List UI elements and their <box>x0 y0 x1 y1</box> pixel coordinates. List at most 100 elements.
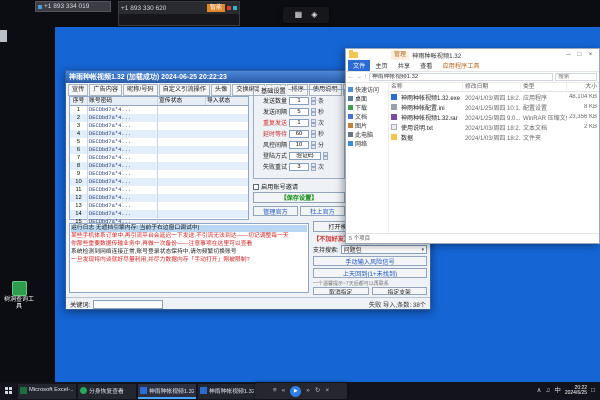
nav-item[interactable]: 桌面 <box>346 94 388 103</box>
explorer-close-button[interactable]: × <box>585 52 596 58</box>
table-row[interactable]: 8 DECDbd7a*4... <box>70 162 248 170</box>
table-row[interactable]: 14 DECDbd7a*4... <box>70 210 248 218</box>
settings-field-input[interactable]: 3 <box>289 163 309 171</box>
dialog-tab[interactable]: 宣传 <box>68 84 88 96</box>
media-close-icon[interactable]: × <box>325 387 329 395</box>
action-center-icon[interactable]: □ <box>591 387 595 395</box>
smart-mode-button[interactable]: 智能 <box>207 4 225 12</box>
explorer-minimize-button[interactable]: ─ <box>563 52 574 58</box>
desktop-icon-treehole[interactable]: 树洞查询工具 <box>2 281 36 311</box>
file-row[interactable]: 神雨种帐配置.ini 2024/1/25/周四 10:1... 配置设置 8 K… <box>389 102 599 112</box>
table-row[interactable]: 10 DECDbd7a*4... <box>70 178 248 186</box>
settings-field-input[interactable]: 验证码 <box>289 152 321 160</box>
table-row[interactable]: 4 DECDbd7a*4... <box>70 130 248 138</box>
repeat-icon[interactable]: ↻ <box>315 387 320 395</box>
settings-field-input[interactable]: 10 <box>289 141 309 149</box>
explorer-context-tab[interactable]: 管理 <box>391 51 409 60</box>
next-icon[interactable]: » <box>306 387 310 395</box>
dialog-tab[interactable]: 昵称/号码 <box>123 84 157 96</box>
table-row[interactable]: 5 DECDbd7a*4... <box>70 138 248 146</box>
ime-chinese-icon[interactable]: 中 <box>554 387 561 395</box>
send-icon[interactable]: ◈ <box>311 11 317 19</box>
ribbon-tab[interactable]: 共享 <box>393 60 415 71</box>
taskbar-item[interactable]: 神雨种帐视频1.32 <box>198 384 256 399</box>
column-header[interactable]: 修改日期 <box>463 83 521 91</box>
settings-field-input[interactable]: 5 <box>289 108 309 116</box>
manage-official-button[interactable]: 管理官方 <box>253 206 298 216</box>
spinner-icon[interactable] <box>311 97 316 105</box>
spinner-icon[interactable] <box>311 119 316 127</box>
file-row[interactable]: 使用说明.txt 2024/1/03/周四 18:2... 文本文档 2 KB <box>389 122 599 132</box>
taskbar-clock[interactable]: 20:22 2024/6/25 <box>565 386 587 397</box>
hidden-icons-icon[interactable]: ∧ <box>537 387 542 395</box>
table-row[interactable]: 2 DECDbd7a*4... <box>70 114 248 122</box>
nav-item[interactable]: 网络 <box>346 139 388 148</box>
nav-item[interactable]: 快速访问 <box>346 85 388 94</box>
table-row[interactable]: 11 DECDbd7a*4... <box>70 186 248 194</box>
table-row[interactable]: 12 DECDbd7a*4... <box>70 194 248 202</box>
address-path[interactable]: 神雨种帐视频1.32 <box>369 73 553 81</box>
spinner-icon[interactable] <box>311 108 316 116</box>
table-row[interactable]: 13 DECDbd7a*4... <box>70 202 248 210</box>
grid-icon[interactable]: ▦ <box>295 11 303 19</box>
queue-icon[interactable]: ≡ <box>273 387 277 395</box>
mini-window-2[interactable]: +1 893 330 620 智能 <box>118 1 240 26</box>
nav-item[interactable]: 此电脑 <box>346 130 388 139</box>
dialog-tab[interactable]: 广告内容 <box>89 84 122 96</box>
previous-icon[interactable]: « <box>282 387 286 395</box>
settings-field-input[interactable]: 60 <box>289 130 309 138</box>
settings-field-input[interactable]: 1 <box>289 119 309 127</box>
table-row[interactable]: 7 DECDbd7a*4... <box>70 154 248 162</box>
table-row[interactable]: 9 DECDbd7a*4... <box>70 170 248 178</box>
ribbon-tab[interactable]: 应用程序工具 <box>438 60 485 71</box>
risk-signal-button[interactable]: 手动输入风险信号 <box>313 256 427 266</box>
table-row[interactable]: 6 DECDbd7a*4... <box>70 146 248 154</box>
column-header[interactable]: 名称 <box>389 83 463 91</box>
explorer-maximize-button[interactable]: □ <box>574 52 585 58</box>
nav-item[interactable]: 图片 <box>346 121 388 130</box>
up-icon[interactable]: ↑ <box>364 74 367 80</box>
spinner-icon[interactable] <box>311 163 316 171</box>
file-row[interactable]: 神雨种帐视频1.32.exe 2024/1/03/周四 18:2... 应用程序… <box>389 92 599 102</box>
ribbon-tab[interactable]: 文件 <box>348 60 370 71</box>
check-official-button[interactable]: 杜上官方 <box>300 206 345 216</box>
settings-field-input[interactable]: 1 <box>289 97 309 105</box>
cancel-assign-button[interactable]: 取消指定 <box>313 287 369 295</box>
file-row[interactable]: 神雨种帐视频1.32.rar 2024/1/25/周四 9:0... WinRA… <box>389 112 599 122</box>
dialog-tab[interactable]: 自定义引流操作 <box>159 84 210 96</box>
mini-window-2-titlebar[interactable]: +1 893 330 620 智能 <box>119 2 239 14</box>
volume-icon[interactable]: ♫ <box>545 387 550 395</box>
play-icon[interactable]: ▶ <box>290 386 301 397</box>
ribbon-tab[interactable]: 主页 <box>370 60 392 71</box>
taskbar-item[interactable]: 分身恢复查看 <box>78 384 136 399</box>
run-log-area[interactable]: 运行日志 无遮挡引擎内存: 当前于右边窗口调试中|某些手机体系订单中,再引流平台… <box>69 223 309 293</box>
invite-checkbox[interactable] <box>253 184 259 190</box>
forward-icon[interactable]: → <box>356 74 362 80</box>
column-header[interactable]: 类型 <box>521 83 567 91</box>
log-line: 一旦发现将内谈就好尽量利用,并尽力数据内存「手动打开」刚被限制? <box>71 257 307 264</box>
table-row[interactable]: 1 DECDbd7a*4... <box>70 106 248 114</box>
spinner-icon[interactable] <box>311 130 316 138</box>
save-settings-button[interactable]: 【保存设置】 <box>253 192 345 203</box>
column-header[interactable]: 大小 <box>567 83 599 91</box>
explorer-search-input[interactable] <box>555 73 597 81</box>
dialog-tab[interactable]: 头像 <box>211 84 231 96</box>
file-row[interactable]: 数据 2024/1/03/周四 18:2... 文件夹 <box>389 132 599 142</box>
start-button[interactable] <box>2 384 16 398</box>
assign-button[interactable]: 指定支架 <box>372 287 428 295</box>
desktop-icon-partial[interactable] <box>0 30 7 42</box>
file-name-cell: 神雨种帐视频1.32.exe <box>389 93 463 102</box>
search-mode-dropdown[interactable]: 问题包 ▾ <box>341 245 427 254</box>
taskbar-item[interactable]: Microsoft Excel-... <box>18 384 76 399</box>
keyword-input[interactable] <box>93 300 163 309</box>
nav-item[interactable]: 下载 <box>346 103 388 112</box>
back-icon[interactable]: ← <box>348 74 354 80</box>
taskbar-item[interactable]: 神雨种帐视频1.32 <box>138 384 196 399</box>
nav-item[interactable]: 文档 <box>346 112 388 121</box>
ribbon-tab[interactable]: 查看 <box>415 60 437 71</box>
spinner-icon[interactable] <box>323 152 328 160</box>
rollback-button[interactable]: 上天回到(1+未找到) <box>313 268 427 278</box>
spinner-icon[interactable] <box>311 141 316 149</box>
table-row[interactable]: 3 DECDbd7a*4... <box>70 122 248 130</box>
mini-window-1[interactable]: +1 893 334 019 <box>35 1 111 12</box>
